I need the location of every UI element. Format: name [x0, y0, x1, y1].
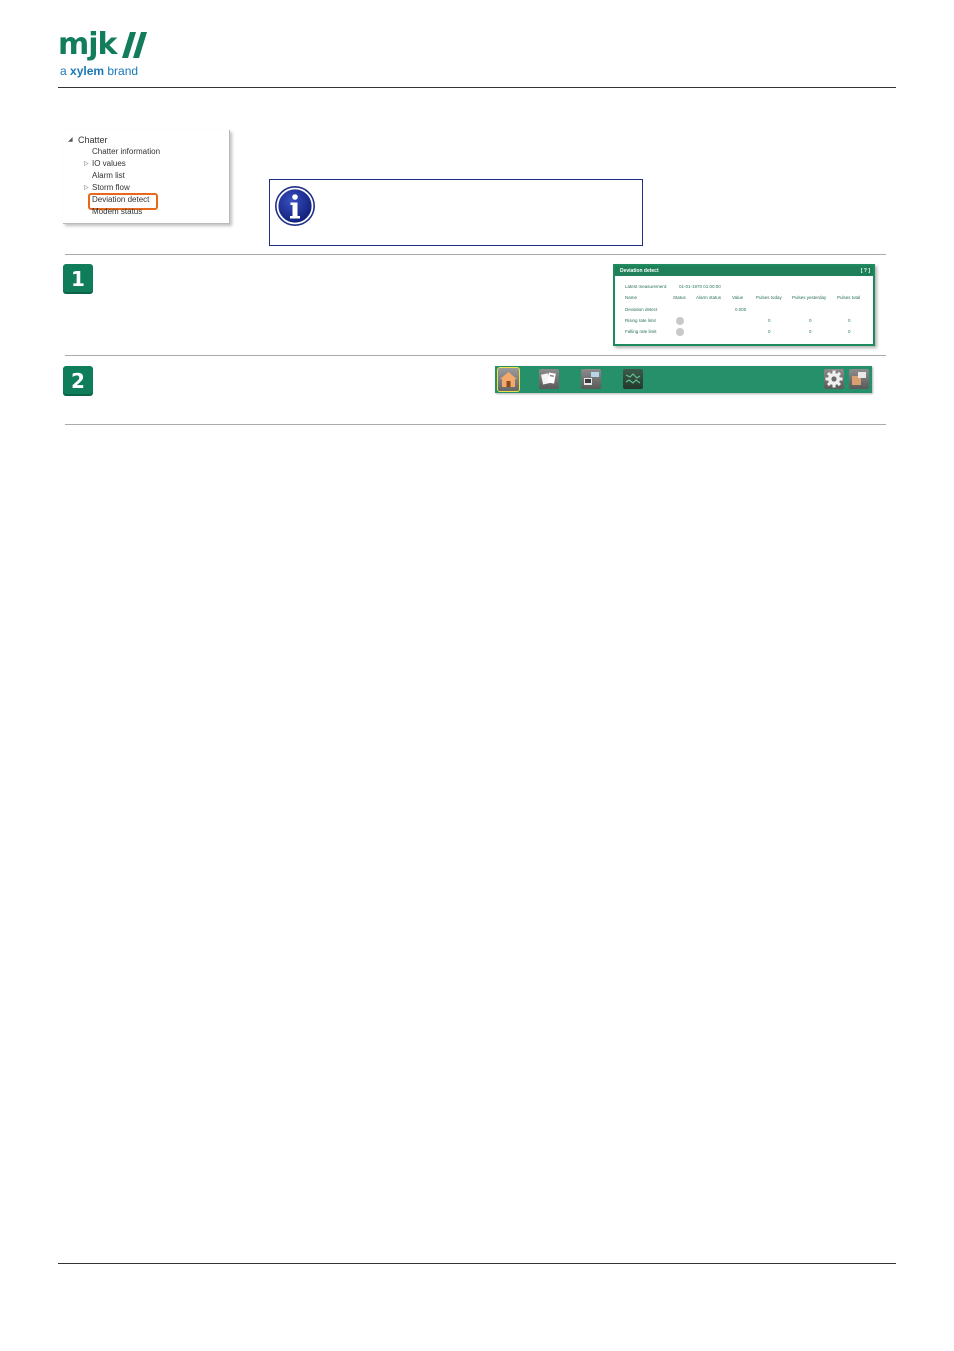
tree-item-io-values[interactable]: IO values — [92, 159, 126, 169]
deviation-detect-panel: Deviation detect [ ? ] Latest measuremen… — [613, 264, 875, 346]
pulses-yesterday: 0 — [809, 318, 812, 323]
logo-tagline: a xylem brand — [60, 64, 139, 78]
section-divider — [65, 424, 886, 425]
header-rule — [58, 87, 896, 88]
display-icon — [584, 372, 599, 385]
column-header: Pulses today — [756, 295, 782, 300]
panel-title: Deviation detect — [620, 268, 659, 274]
column-header: Pulses total — [837, 295, 861, 300]
tree-item-deviation-detect[interactable]: Deviation detect — [92, 195, 149, 205]
column-header: Status — [673, 295, 686, 300]
home-icon — [500, 372, 517, 387]
status-indicator — [676, 328, 684, 336]
map-icon — [625, 373, 641, 384]
step-2-badge: 2 — [63, 366, 93, 396]
column-header: Alarm status — [696, 295, 722, 300]
main-toolbar — [495, 366, 872, 393]
navigation-tree: ◢ Chatter Chatter information ▷ IO value… — [63, 130, 230, 224]
display-button[interactable] — [581, 369, 601, 389]
info-icon — [275, 186, 315, 226]
tree-item-storm-flow[interactable]: Storm flow — [92, 183, 130, 193]
row-name: Rising rate limit — [625, 318, 656, 323]
logo-wordmark: mjk — [58, 27, 117, 62]
latest-measurement-label: Latest measurement: — [625, 284, 668, 289]
footer-rule — [58, 1263, 896, 1264]
row-name: Falling rate limit — [625, 329, 657, 334]
cards-button[interactable] — [539, 369, 559, 389]
section-divider — [65, 254, 886, 255]
tree-item-modem-status[interactable]: Modem status — [92, 207, 142, 217]
column-header: Name — [625, 295, 638, 300]
row-name: Deviation detect — [625, 307, 658, 312]
row-value: 0.000 — [735, 307, 747, 312]
pulses-total: 0 — [848, 318, 851, 323]
latest-measurement-value: 01-01-1970 01:00:00 — [679, 284, 721, 289]
window-icon — [852, 372, 866, 385]
step-1-badge: 1 — [63, 264, 93, 294]
info-note-box — [269, 179, 643, 246]
pulses-today: 0 — [768, 329, 771, 334]
pulses-today: 0 — [768, 318, 771, 323]
cards-icon — [541, 372, 556, 385]
home-button[interactable] — [497, 367, 520, 392]
logo-slash-icon — [122, 32, 147, 58]
status-indicator — [676, 317, 684, 325]
pulses-yesterday: 0 — [809, 329, 812, 334]
expand-arrow-icon[interactable]: ▷ — [84, 160, 89, 168]
section-divider — [65, 355, 886, 356]
panel-header: Deviation detect [ ? ] — [615, 266, 873, 276]
tree-root-chatter[interactable]: Chatter — [78, 135, 108, 145]
mjk-logo: mjk a xylem brand — [58, 30, 168, 82]
gear-icon — [825, 370, 843, 388]
help-button[interactable]: [ ? ] — [861, 267, 870, 275]
column-header: Value — [732, 295, 744, 300]
window-button[interactable] — [849, 369, 869, 389]
collapse-arrow-icon[interactable]: ◢ — [68, 136, 73, 144]
tree-item-chatter-information[interactable]: Chatter information — [92, 147, 160, 157]
column-header: Pulses yesterday — [792, 295, 827, 300]
expand-arrow-icon[interactable]: ▷ — [84, 184, 89, 192]
pulses-total: 0 — [848, 329, 851, 334]
settings-button[interactable] — [824, 369, 844, 389]
tree-item-alarm-list[interactable]: Alarm list — [92, 171, 125, 181]
map-button[interactable] — [623, 369, 643, 389]
